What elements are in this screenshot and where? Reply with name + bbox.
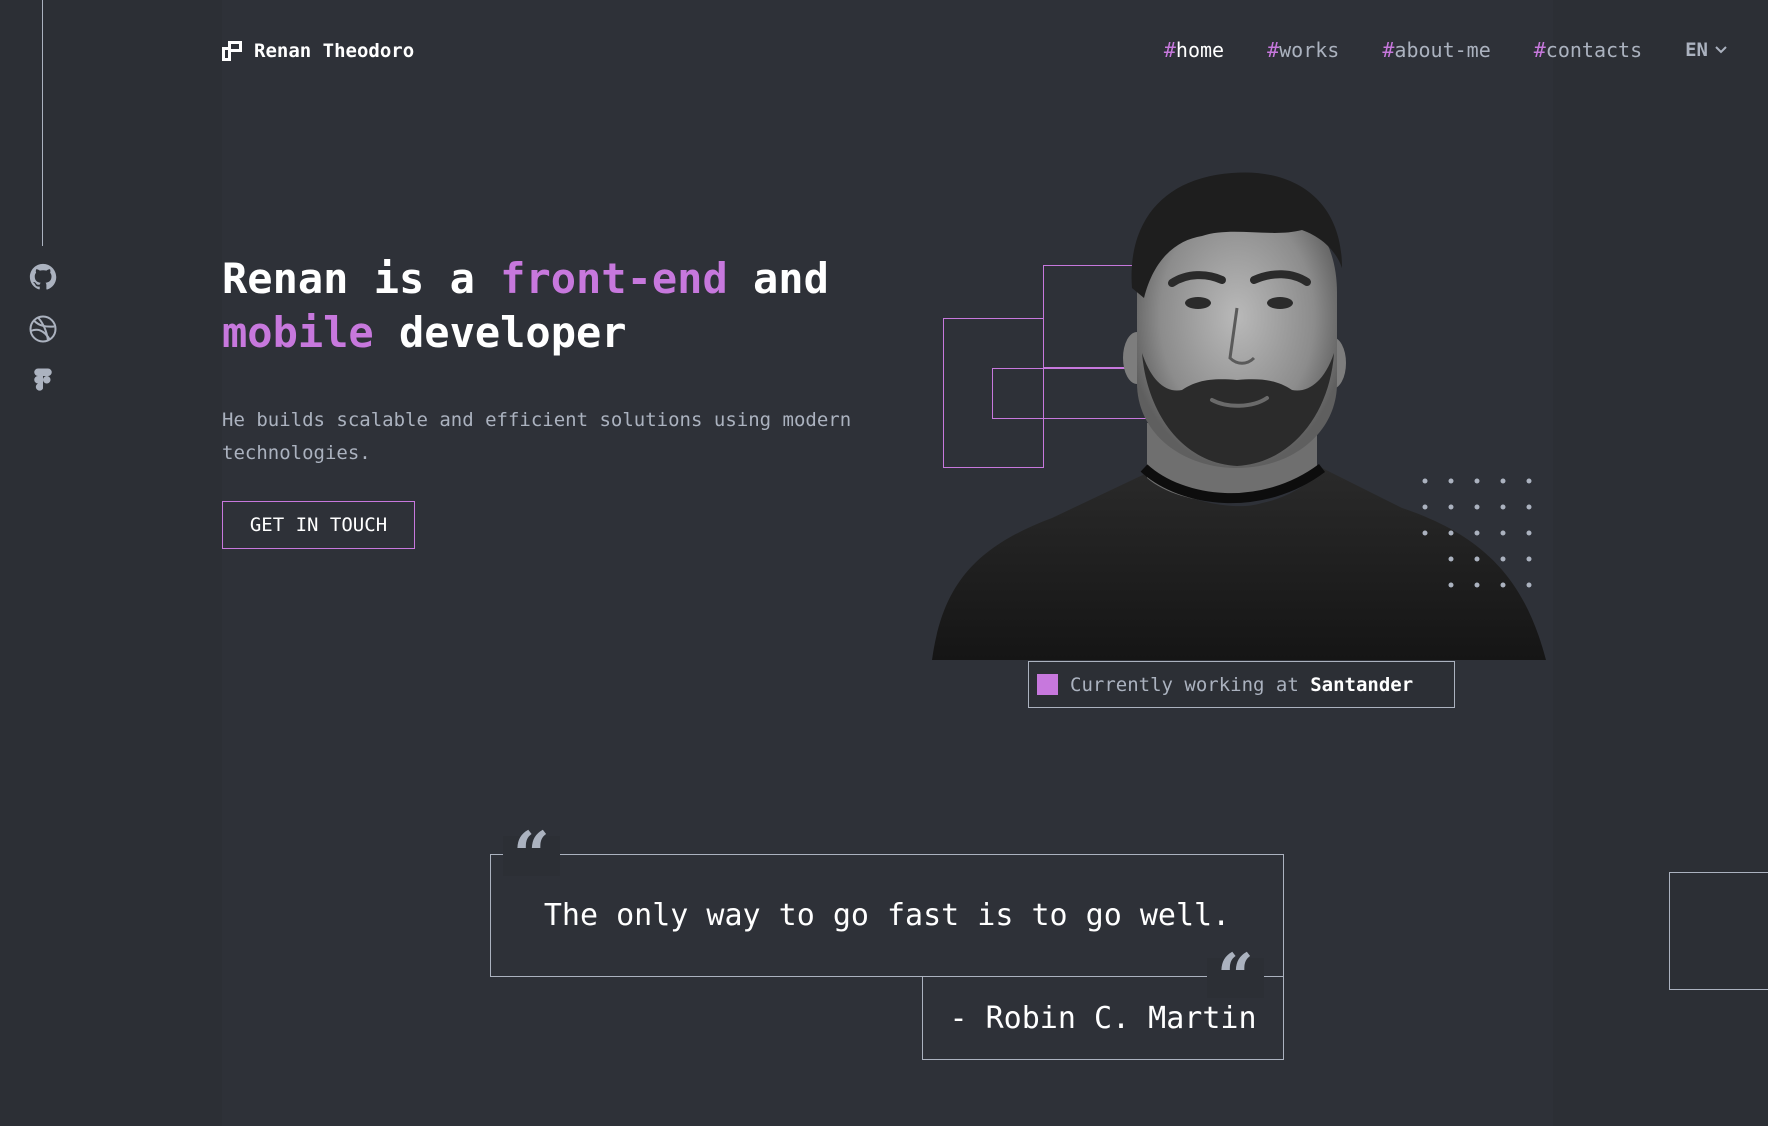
language-selector[interactable]: EN <box>1685 39 1728 61</box>
nav-hash: # <box>1163 38 1176 62</box>
hero-title-accent: front-end <box>500 254 728 303</box>
quote-text: The only way to go fast is to go well. <box>543 898 1231 933</box>
site-logo[interactable]: Renan Theodoro <box>222 40 414 62</box>
nav-label: works <box>1279 38 1340 62</box>
github-icon <box>29 263 57 290</box>
nav-contacts[interactable]: #contacts <box>1534 38 1642 62</box>
hero-title-accent: mobile <box>222 308 374 357</box>
main-nav: #home #works #about-me #contacts EN <box>1164 38 1728 62</box>
figma-icon <box>34 368 52 391</box>
current-job-badge: Currently working at Santander <box>1028 661 1455 708</box>
quote-author: - Robin C. Martin <box>949 1000 1257 1036</box>
nav-works[interactable]: #works <box>1267 38 1339 62</box>
github-link[interactable] <box>26 260 60 294</box>
dots-decoration <box>1422 478 1532 588</box>
dribbble-link[interactable] <box>26 312 60 346</box>
figma-link[interactable] <box>26 364 60 398</box>
hero-title: Renan is a front-end and mobile develope… <box>222 252 872 360</box>
language-label: EN <box>1685 39 1708 61</box>
hero-title-text: and <box>727 254 829 303</box>
nav-home[interactable]: #home <box>1164 38 1224 62</box>
get-in-touch-button[interactable]: GET IN TOUCH <box>222 501 415 549</box>
nav-label: home <box>1175 38 1225 62</box>
dribbble-icon <box>29 315 57 343</box>
decorative-rectangle <box>1669 872 1768 990</box>
status-prefix: Currently working at <box>1070 673 1311 696</box>
status-text: Currently working at Santander <box>1070 674 1413 696</box>
nav-hash: # <box>1267 38 1280 62</box>
chevron-down-icon <box>1715 46 1727 54</box>
logo-text: Renan Theodoro <box>254 40 415 62</box>
hero-title-text: Renan is a <box>222 254 501 303</box>
quote-box: The only way to go fast is to go well. <box>490 854 1284 977</box>
hero-title-text: developer <box>373 308 627 357</box>
open-quote-icon: “ <box>503 824 560 888</box>
social-rail-line <box>42 0 43 246</box>
nav-about-me[interactable]: #about-me <box>1382 38 1490 62</box>
hero-subtitle: He builds scalable and efficient solutio… <box>222 409 852 464</box>
logo-icon <box>222 41 242 61</box>
status-square-icon <box>1037 674 1058 695</box>
nav-label: about-me <box>1394 38 1491 62</box>
status-company: Santander <box>1310 673 1414 696</box>
nav-hash: # <box>1533 38 1546 62</box>
nav-hash: # <box>1382 38 1395 62</box>
nav-label: contacts <box>1545 38 1643 62</box>
quote-author-box: - Robin C. Martin <box>922 977 1284 1060</box>
